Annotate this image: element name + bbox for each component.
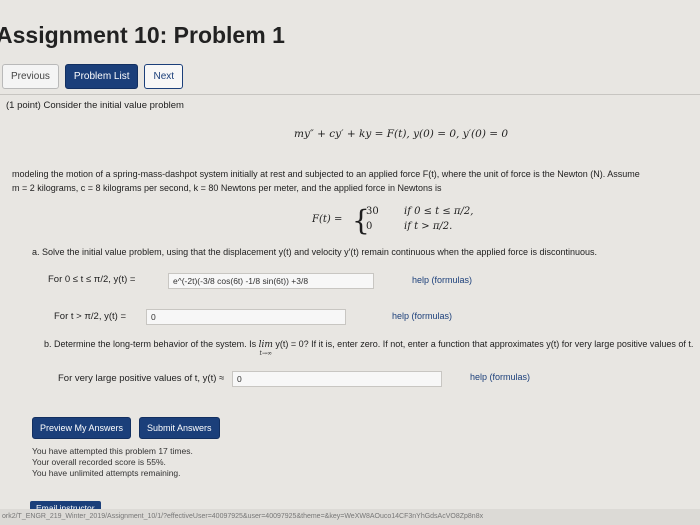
limit-word: lim: [258, 340, 273, 350]
piecewise-value-2: 0: [366, 221, 373, 232]
model-description: modeling the motion of a spring-mass-das…: [12, 167, 640, 195]
part-a-row1-help-link[interactable]: help (formulas): [412, 275, 472, 285]
part-b-question-post: y(t) = 0? If it is, enter zero. If not, …: [275, 339, 694, 349]
next-button[interactable]: Next: [144, 64, 184, 89]
model-line-1: modeling the motion of a spring-mass-das…: [12, 169, 640, 179]
part-a-question: a. Solve the initial value problem, usin…: [32, 247, 597, 257]
part-a-row2-help-link[interactable]: help (formulas): [392, 311, 452, 321]
part-a-row1-label: For 0 ≤ t ≤ π/2, y(t) =: [48, 274, 136, 285]
part-a-row2-input[interactable]: 0: [146, 309, 346, 325]
part-a-row2-label: For t > π/2, y(t) =: [54, 311, 127, 322]
limit-subscript: t→∞: [259, 350, 272, 357]
previous-button[interactable]: Previous: [2, 64, 59, 89]
part-b-question-pre: b. Determine the long-term behavior of t…: [44, 339, 257, 349]
page-title: Assignment 10: Problem 1: [0, 22, 285, 48]
divider: [0, 94, 700, 95]
preview-answers-button[interactable]: Preview My Answers: [32, 417, 132, 439]
model-line-2: m = 2 kilograms, c = 8 kilograms per sec…: [12, 183, 442, 193]
piecewise-value-1: 30: [366, 206, 379, 217]
status-attempts: You have attempted this problem 17 times…: [32, 446, 193, 456]
piecewise-cond-1: if 0 ≤ t ≤ π/2,: [404, 206, 474, 217]
status-remaining: You have unlimited attempts remaining.: [32, 468, 181, 478]
problem-nav: Previous Problem List Next: [2, 64, 184, 89]
status-score: Your overall recorded score is 55%.: [32, 457, 166, 467]
attempt-status: You have attempted this problem 17 times…: [32, 446, 193, 479]
part-a-row1-input[interactable]: e^(-2t)(-3/8 cos(6t) -1/8 sin(6t)) +3/8: [168, 273, 374, 289]
piecewise-row-1: 30 if 0 ≤ t ≤ π/2,: [366, 206, 473, 217]
piecewise-row-2: 0 if t > π/2.: [366, 221, 452, 232]
ivp-equation: my″ + cy′ + ky = F(t), y(0) = 0, y′(0) =…: [294, 128, 509, 140]
page: Assignment 10: Problem 1 Previous Proble…: [0, 0, 700, 525]
limit-symbol: lim t→∞: [258, 340, 273, 357]
answer-actions: Preview My Answers Submit Answers: [32, 417, 220, 439]
problem-list-button[interactable]: Problem List: [64, 64, 139, 89]
part-b-row-label: For very large positive values of t, y(t…: [58, 373, 225, 384]
part-b-row-input[interactable]: 0: [232, 371, 442, 387]
status-bar-url: ork2/T_ENGR_219_Winter_2019/Assignment_1…: [0, 509, 700, 525]
problem-intro: (1 point) Consider the initial value pro…: [6, 100, 184, 111]
part-b-question: b. Determine the long-term behavior of t…: [44, 339, 694, 357]
part-b-row-help-link[interactable]: help (formulas): [470, 372, 530, 382]
piecewise-label: F(t) =: [312, 214, 343, 225]
piecewise-cond-2: if t > π/2.: [404, 221, 453, 232]
submit-answers-button[interactable]: Submit Answers: [139, 417, 220, 439]
